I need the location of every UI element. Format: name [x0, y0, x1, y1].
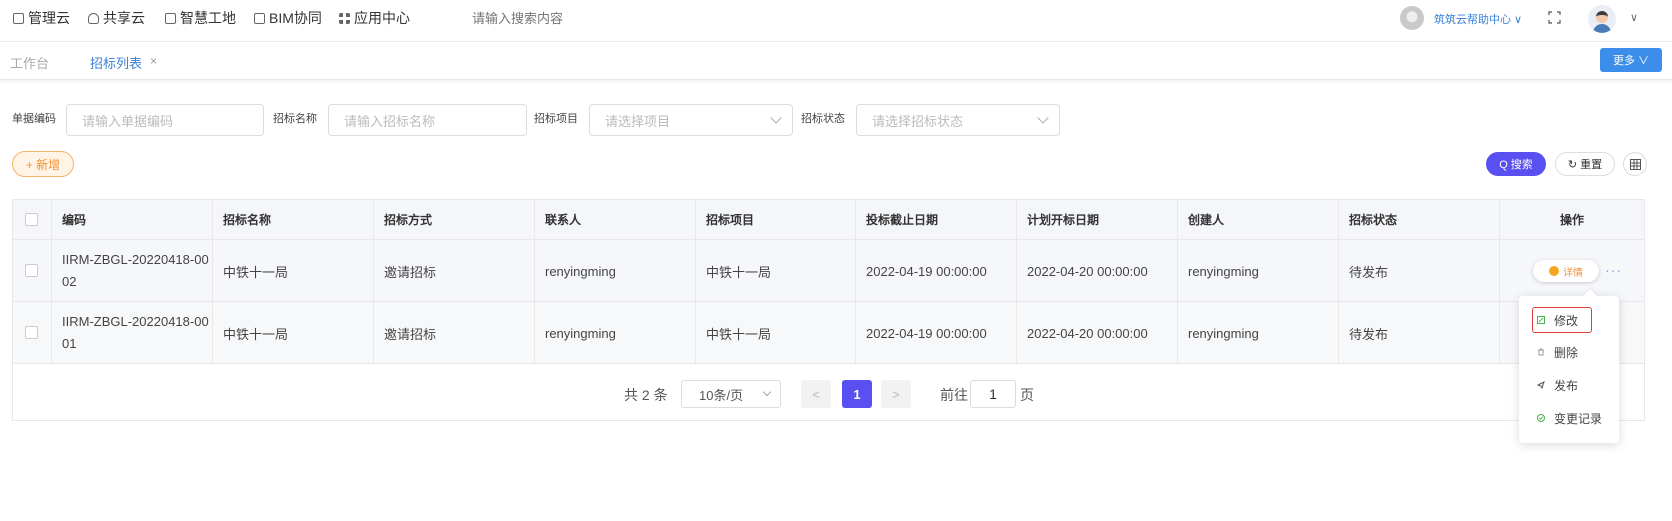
- cell-name: 中铁十一局: [212, 240, 373, 302]
- col-name: 招标名称: [212, 200, 373, 240]
- row-checkbox[interactable]: [25, 264, 38, 277]
- cell-project: 中铁十一局: [695, 302, 855, 364]
- send-icon: [1537, 381, 1545, 389]
- nav-item-smart-site[interactable]: 智慧工地: [165, 8, 236, 28]
- add-button[interactable]: + 新增: [12, 151, 74, 177]
- detail-button[interactable]: 详情: [1533, 260, 1599, 282]
- user-avatar[interactable]: [1588, 5, 1616, 33]
- chevron-down-icon: [770, 112, 782, 124]
- cell-deadline: 2022-04-19 00:00:00: [855, 302, 1016, 364]
- status-select[interactable]: 请选择招标状态: [856, 104, 1060, 136]
- book-icon: [13, 12, 24, 24]
- col-contact: 联系人: [534, 200, 695, 240]
- page-size-select[interactable]: 10条/页: [681, 380, 781, 408]
- cell-method: 邀请招标: [373, 240, 534, 302]
- col-actions: 操作: [1499, 200, 1644, 240]
- cell-open-date: 2022-04-20 00:00:00: [1016, 240, 1177, 302]
- fullscreen-icon[interactable]: [1548, 11, 1561, 24]
- cell-project: 中铁十一局: [695, 240, 855, 302]
- status-label: 招标状态: [801, 113, 845, 125]
- search-button[interactable]: Q 搜索: [1486, 152, 1546, 176]
- chevron-down-icon: [762, 387, 772, 397]
- table-row[interactable]: IIRM-ZBGL-20220418-0002 中铁十一局 邀请招标 renyi…: [13, 240, 1644, 302]
- col-open-date: 计划开标日期: [1016, 200, 1177, 240]
- trash-icon: [1538, 348, 1544, 356]
- tab-bar: 工作台 招标列表 × 更多 ∨: [0, 42, 1672, 80]
- chevron-down-icon[interactable]: ∨: [1630, 11, 1638, 24]
- edit-icon: [1537, 316, 1545, 324]
- col-code: 编码: [51, 200, 212, 240]
- cell-status: 待发布: [1338, 302, 1499, 364]
- cell-method: 邀请招标: [373, 302, 534, 364]
- nav-item-app-center[interactable]: 应用中心: [339, 8, 410, 28]
- cell-code: IIRM-ZBGL-20220418-0001: [51, 302, 212, 364]
- global-search-input[interactable]: [472, 8, 692, 28]
- tab-bid-list[interactable]: 招标列表: [90, 53, 142, 72]
- col-project: 招标项目: [695, 200, 855, 240]
- cloud-icon: [88, 12, 99, 24]
- menu-item-delete[interactable]: 删除: [1533, 340, 1613, 364]
- chevron-down-icon: [1037, 112, 1049, 124]
- grid-icon: [339, 12, 350, 24]
- code-input[interactable]: 请输入单据编码: [66, 104, 264, 136]
- menu-item-history[interactable]: 变更记录: [1533, 406, 1613, 430]
- table-row[interactable]: IIRM-ZBGL-20220418-0001 中铁十一局 邀请招标 renyi…: [13, 302, 1644, 364]
- row-checkbox[interactable]: [25, 326, 38, 339]
- book-icon: [165, 12, 176, 24]
- cell-contact: renyingming: [534, 302, 695, 364]
- nav-item-bim[interactable]: BIM协同: [254, 8, 322, 28]
- select-all-checkbox[interactable]: [25, 213, 38, 226]
- menu-item-publish[interactable]: 发布: [1533, 373, 1613, 397]
- help-center-icon[interactable]: [1400, 6, 1424, 30]
- nav-item-management-cloud[interactable]: 管理云: [13, 8, 70, 28]
- check-circle-icon: [1537, 414, 1545, 422]
- tab-workbench[interactable]: 工作台: [10, 53, 49, 72]
- next-page-button[interactable]: >: [881, 380, 911, 408]
- cell-creator: renyingming: [1177, 240, 1338, 302]
- close-icon[interactable]: ×: [150, 54, 157, 68]
- col-deadline: 投标截止日期: [855, 200, 1016, 240]
- more-button[interactable]: 更多 ∨: [1600, 48, 1662, 72]
- menu-item-edit[interactable]: 修改: [1532, 307, 1592, 333]
- project-label: 招标项目: [534, 113, 578, 125]
- pagination-total: 共 2 条: [624, 387, 668, 403]
- more-actions-icon[interactable]: ···: [1605, 262, 1622, 278]
- eye-icon: [1549, 266, 1559, 276]
- col-status: 招标状态: [1338, 200, 1499, 240]
- table-header: 编码 招标名称 招标方式 联系人 招标项目 投标截止日期 计划开标日期 创建人 …: [13, 200, 1644, 240]
- prev-page-button[interactable]: <: [801, 380, 831, 408]
- cell-code: IIRM-ZBGL-20220418-0002: [51, 240, 212, 302]
- grid-icon: [1629, 158, 1641, 170]
- top-navbar: 管理云 共享云 智慧工地 BIM协同 应用中心 筑筑云帮助中心 ∨ ∨: [0, 0, 1672, 42]
- code-label: 单据编码: [12, 113, 56, 125]
- col-creator: 创建人: [1177, 200, 1338, 240]
- name-input[interactable]: 请输入招标名称: [328, 104, 527, 136]
- page-unit-label: 页: [1020, 387, 1034, 403]
- page-1-button[interactable]: 1: [842, 380, 872, 408]
- row-actions-menu: 修改 删除 发布 变更记录: [1519, 296, 1619, 443]
- cell-creator: renyingming: [1177, 302, 1338, 364]
- cell-open-date: 2022-04-20 00:00:00: [1016, 302, 1177, 364]
- cell-status: 待发布: [1338, 240, 1499, 302]
- column-settings-button[interactable]: [1623, 152, 1647, 176]
- goto-label: 前往: [940, 387, 968, 403]
- reset-button[interactable]: ↻ 重置: [1555, 152, 1615, 176]
- help-center-link[interactable]: 筑筑云帮助中心 ∨: [1434, 11, 1522, 27]
- goto-page-input[interactable]: [970, 380, 1016, 408]
- project-select[interactable]: 请选择项目: [589, 104, 793, 136]
- cube-icon: [254, 12, 265, 24]
- cell-contact: renyingming: [534, 240, 695, 302]
- cell-name: 中铁十一局: [212, 302, 373, 364]
- name-label: 招标名称: [273, 113, 317, 125]
- nav-item-shared-cloud[interactable]: 共享云: [88, 8, 145, 28]
- cell-deadline: 2022-04-19 00:00:00: [855, 240, 1016, 302]
- col-method: 招标方式: [373, 200, 534, 240]
